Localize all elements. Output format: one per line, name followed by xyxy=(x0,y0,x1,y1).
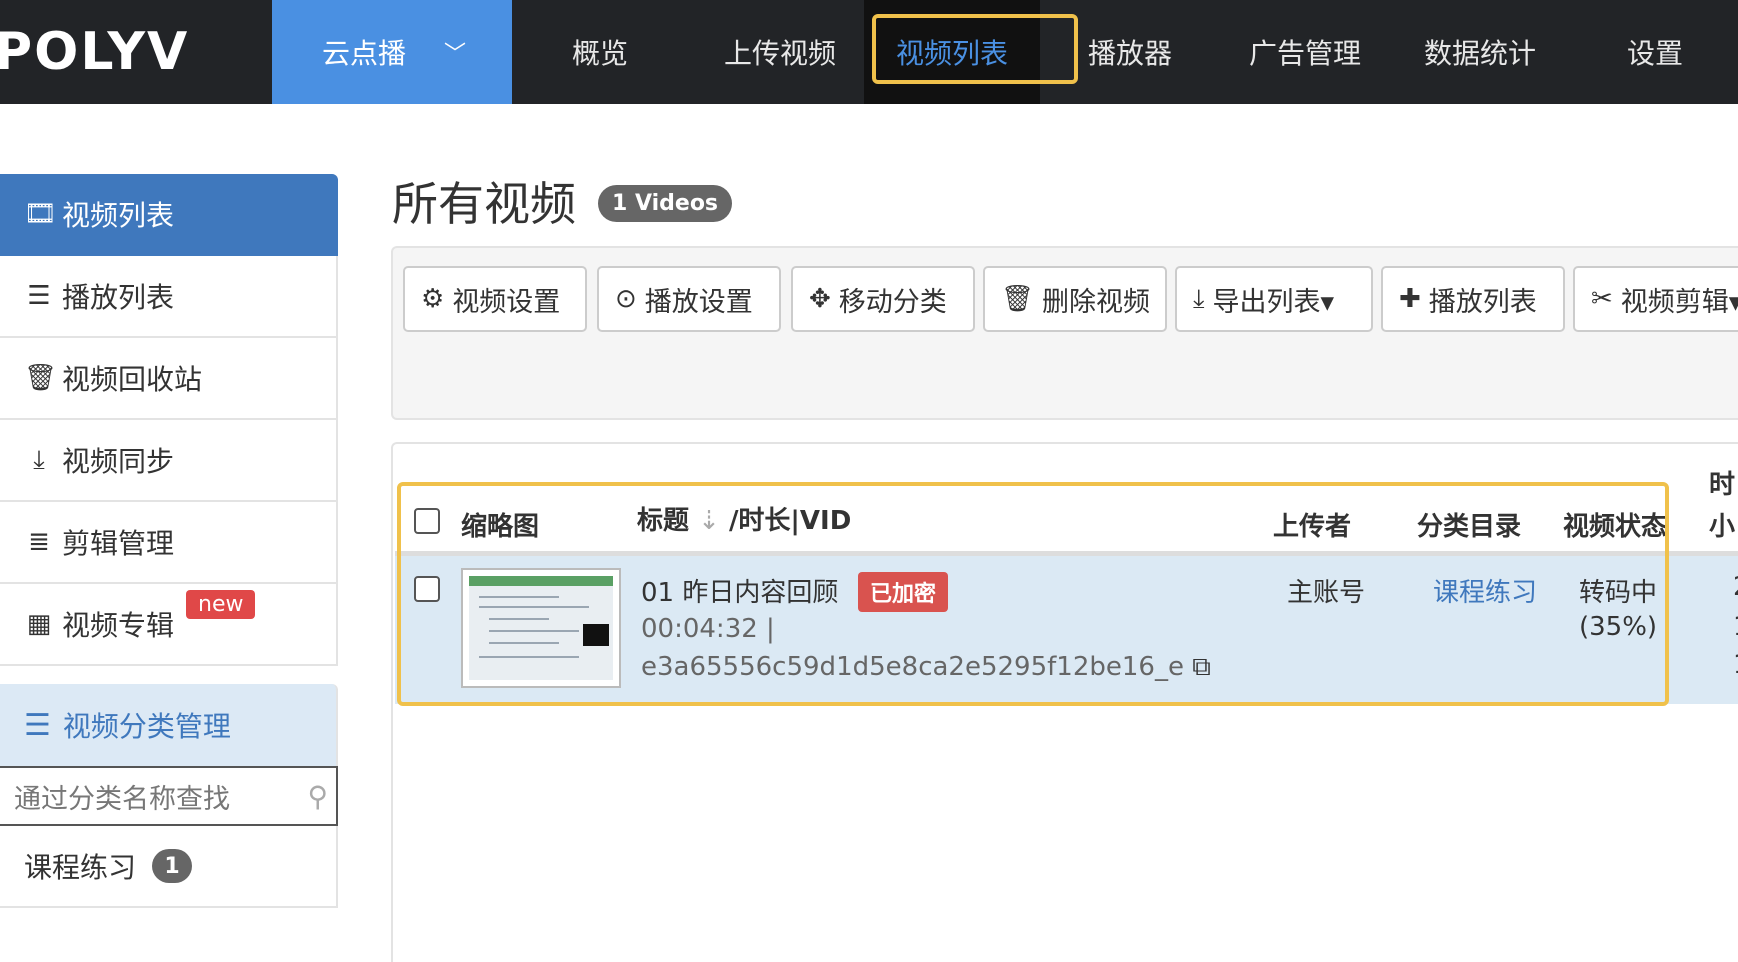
trash-icon: 🗑 xyxy=(1001,284,1035,314)
trash-icon: 🗑 xyxy=(24,363,58,393)
move-icon: ✥ xyxy=(809,284,831,314)
nav-statistics[interactable]: 数据统计 xyxy=(1400,0,1560,104)
nav-overview[interactable]: 概览 xyxy=(530,0,670,104)
sidebar-item-video-list[interactable]: 🎞 视频列表 xyxy=(0,174,338,256)
export-list-button[interactable]: ⤓ 导出列表▾ xyxy=(1175,266,1373,332)
server-icon: ≣ xyxy=(28,527,50,557)
column-header-size: 小 xyxy=(1709,512,1736,542)
nav-settings[interactable]: 设置 xyxy=(1590,0,1720,104)
sync-icon: ⤓ xyxy=(33,444,45,475)
video-count-badge: 1 Videos xyxy=(598,185,733,222)
row-extra-1: 2 xyxy=(1733,572,1738,602)
add-playlist-button[interactable]: ✚ 播放列表 xyxy=(1381,266,1565,332)
nav-highlight-box xyxy=(872,14,1078,84)
category-count-badge: 1 xyxy=(152,849,193,883)
play-circle-icon: ⊙ xyxy=(615,284,637,314)
video-clip-button[interactable]: ✂ 视频剪辑▾ xyxy=(1573,266,1738,332)
top-navbar: POLYV 云点播 ﹀ 概览 上传视频 视频列表 播放器 广告管理 数据统计 设… xyxy=(0,0,1738,104)
sidebar-item-video-sync[interactable]: ⤓ 视频同步 xyxy=(0,420,338,502)
column-header-time: 时 xyxy=(1709,470,1736,500)
category-search-input[interactable]: 通过分类名称查找 ⚲ xyxy=(0,766,338,826)
sidebar: 🎞 视频列表 ☰ 播放列表 🗑 视频回收站 ⤓ 视频同步 ≣ 剪辑管理 ▦ 视频… xyxy=(0,174,338,908)
search-icon[interactable]: ⚲ xyxy=(307,780,328,813)
nav-ad-management[interactable]: 广告管理 xyxy=(1220,0,1390,104)
sidebar-item-clip-management[interactable]: ≣ 剪辑管理 xyxy=(0,502,338,584)
video-settings-button[interactable]: ⚙ 视频设置 xyxy=(403,266,587,332)
row-highlight-box xyxy=(397,482,1669,706)
grid-icon: ▦ xyxy=(26,609,52,639)
export-icon: ⤓ xyxy=(1193,283,1205,314)
row-extra-2: 1 xyxy=(1733,612,1738,642)
category-item[interactable]: 课程练习 1 xyxy=(0,826,338,908)
list-icon: ☰ xyxy=(27,281,51,311)
chevron-down-icon: ﹀ xyxy=(444,42,467,67)
product-dropdown[interactable]: 云点播 ﹀ xyxy=(272,0,512,104)
product-label: 云点播 xyxy=(322,37,407,70)
category-management-header[interactable]: ☰ 视频分类管理 xyxy=(0,684,338,766)
plus-icon: ✚ xyxy=(1399,284,1421,314)
logo-text: POLYV xyxy=(0,22,190,82)
toolbar-panel: ⚙ 视频设置 ⊙ 播放设置 ✥ 移动分类 🗑 删除视频 ⤓ 导出列表▾ ✚ 播放列表 ✂ 视频… xyxy=(391,246,1738,420)
delete-video-button[interactable]: 🗑 删除视频 xyxy=(983,266,1167,332)
new-badge: new xyxy=(186,590,256,619)
polyv-logo[interactable]: POLYV xyxy=(0,0,272,104)
menu-icon: ☰ xyxy=(24,707,51,743)
gear-icon: ⚙ xyxy=(421,284,445,314)
scissors-icon: ✂ xyxy=(1591,284,1613,314)
play-settings-button[interactable]: ⊙ 播放设置 xyxy=(597,266,781,332)
film-icon: 🎞 xyxy=(24,199,58,229)
sidebar-item-video-album[interactable]: ▦ 视频专辑 new xyxy=(0,584,338,666)
move-category-button[interactable]: ✥ 移动分类 xyxy=(791,266,975,332)
row-extra-3: 1 xyxy=(1733,650,1738,680)
nav-upload-video[interactable]: 上传视频 xyxy=(700,0,860,104)
sidebar-item-recycle-bin[interactable]: 🗑 视频回收站 xyxy=(0,338,338,420)
sidebar-item-playlist[interactable]: ☰ 播放列表 xyxy=(0,256,338,338)
page-title: 所有视频 xyxy=(392,177,576,231)
